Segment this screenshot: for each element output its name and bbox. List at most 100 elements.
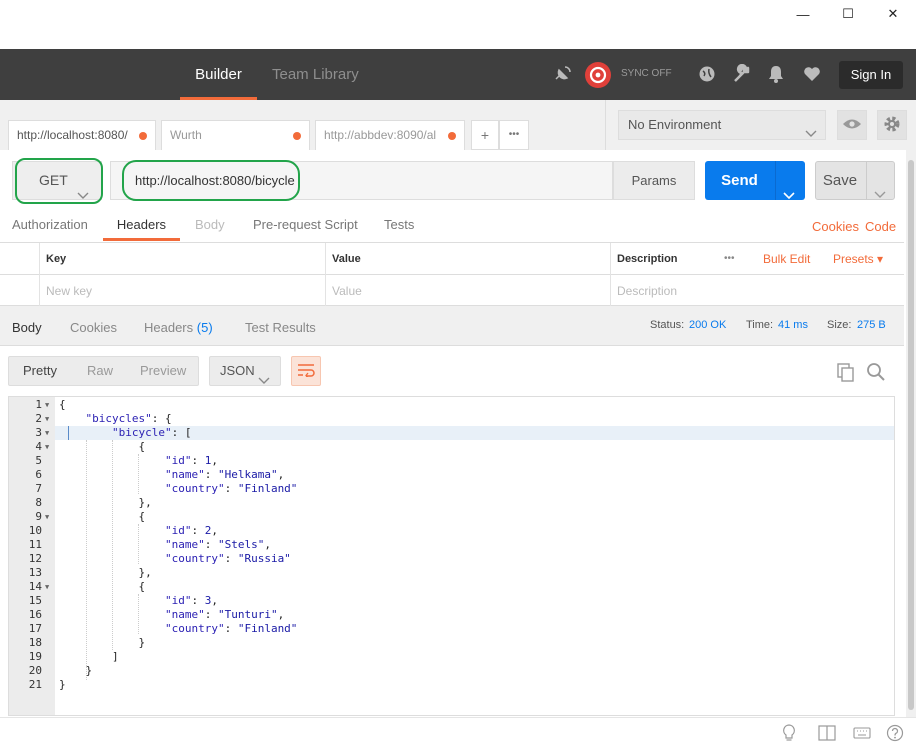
request-tab-abbdev[interactable]: http://abbdev:8090/al	[315, 120, 465, 150]
fold-arrow-icon[interactable]: ▼	[45, 510, 49, 524]
fold-arrow-icon[interactable]: ▼	[45, 398, 49, 412]
view-preview-button[interactable]: Preview	[140, 357, 186, 385]
satellite-icon[interactable]	[551, 62, 575, 86]
line-number: 15	[28, 594, 42, 607]
tab-options-button[interactable]: •••	[499, 120, 529, 150]
code-line: "country": "Finland"	[164, 622, 298, 635]
code-line: ]	[59, 650, 119, 663]
minimize-icon: —	[796, 6, 810, 22]
two-pane-view-icon[interactable]	[818, 724, 836, 742]
line-number: 12	[28, 552, 42, 565]
line-number: 21	[28, 678, 42, 691]
line-number: 2	[35, 412, 42, 425]
new-tab-button[interactable]: +	[471, 120, 499, 150]
fold-arrow-icon[interactable]: ▼	[45, 412, 49, 426]
line-number: 4	[35, 440, 42, 453]
bulk-edit-link[interactable]: Bulk Edit	[763, 243, 810, 275]
heart-icon[interactable]	[800, 62, 824, 86]
tab-response-body[interactable]: Body	[12, 320, 42, 335]
line-number: 17	[28, 622, 42, 635]
fold-arrow-icon[interactable]: ▼	[45, 580, 49, 594]
line-number: 14	[28, 580, 42, 593]
bell-icon[interactable]	[764, 62, 788, 86]
wrap-lines-button[interactable]	[291, 356, 321, 386]
sync-icon[interactable]	[584, 61, 612, 89]
request-tab-localhost[interactable]: http://localhost:8080/	[8, 120, 156, 150]
lightbulb-icon[interactable]	[780, 724, 798, 742]
plus-icon: +	[480, 127, 490, 143]
code-line: {	[59, 440, 146, 453]
sign-in-button[interactable]: Sign In	[839, 61, 903, 89]
maximize-button[interactable]: ☐	[825, 0, 871, 28]
presets-dropdown[interactable]: Presets ▾	[833, 243, 883, 275]
environment-quick-look-button[interactable]	[837, 110, 867, 140]
time-value: 41 ms	[778, 319, 808, 331]
response-body-viewer[interactable]: 1 ▼ 2 ▼ 3 ▼ 4 ▼ 5 6 7 8 9 ▼ 10 11 12 13 14 ▼ 15 16 17 18 19 20 21 …	[8, 396, 895, 716]
save-button[interactable]: Save	[815, 161, 895, 200]
new-key-input[interactable]: New key	[39, 275, 326, 307]
unsaved-dot-icon	[293, 132, 301, 140]
tab-pre-request-script[interactable]: Pre-request Script	[253, 210, 358, 241]
gear-icon	[883, 115, 901, 136]
fold-arrow-icon[interactable]: ▼	[45, 426, 49, 440]
keyboard-icon[interactable]	[853, 724, 871, 742]
new-description-input[interactable]: Description	[610, 275, 904, 307]
tab-tests[interactable]: Tests	[384, 210, 414, 241]
code-line: "id": 2,	[164, 524, 218, 537]
globe-icon[interactable]	[695, 62, 719, 86]
tab-body[interactable]: Body	[195, 210, 225, 241]
manage-environments-button[interactable]	[877, 110, 907, 140]
view-mode-group: Pretty Raw Preview	[8, 356, 199, 386]
tab-builder[interactable]: Builder	[180, 49, 257, 100]
line-number: 11	[28, 538, 42, 551]
view-pretty-button[interactable]: Pretty	[23, 357, 57, 385]
chevron-down-icon	[77, 177, 89, 214]
sync-status-label: SYNC OFF	[621, 68, 672, 79]
line-number: 16	[28, 608, 42, 621]
tab-test-results[interactable]: Test Results	[245, 320, 316, 335]
more-icon[interactable]: •••	[724, 243, 735, 275]
chevron-down-icon[interactable]	[874, 176, 886, 213]
format-select[interactable]: JSON	[209, 356, 281, 386]
environment-select[interactable]: No Environment	[618, 110, 826, 140]
wrench-icon[interactable]	[730, 62, 754, 86]
tab-authorization[interactable]: Authorization	[12, 210, 88, 241]
scrollbar-thumb[interactable]	[908, 160, 914, 710]
maximize-icon: ☐	[842, 6, 854, 21]
table-header-row: Key Value Description ••• Bulk Edit Pres…	[0, 243, 904, 275]
copy-icon[interactable]	[836, 362, 856, 385]
code-line: "name": "Stels",	[164, 538, 271, 551]
send-button[interactable]: Send	[705, 161, 805, 200]
code-line: "name": "Tunturi",	[164, 608, 285, 621]
params-button[interactable]: Params	[613, 161, 695, 200]
tab-team-library[interactable]: Team Library	[272, 49, 359, 100]
request-tab-wurth[interactable]: Wurth	[161, 120, 310, 150]
fold-arrow-icon[interactable]: ▼	[45, 440, 49, 454]
tab-response-cookies[interactable]: Cookies	[70, 320, 117, 335]
column-header-key: Key	[39, 243, 326, 275]
view-raw-button[interactable]: Raw	[87, 357, 113, 385]
request-tab-label: Wurth	[170, 128, 202, 142]
environment-select-value: No Environment	[628, 117, 722, 132]
help-icon[interactable]	[886, 724, 904, 742]
code-link[interactable]: Code	[865, 219, 896, 234]
code-line: {	[59, 398, 66, 411]
method-select[interactable]: GET	[12, 161, 102, 200]
url-input[interactable]: http://localhost:8080/bicycle	[110, 161, 613, 200]
close-window-button[interactable]: ✕	[870, 0, 916, 28]
request-tab-label: http://localhost:8080/	[17, 128, 128, 142]
line-number: 3	[35, 426, 42, 439]
cookies-link[interactable]: Cookies	[812, 219, 859, 234]
line-number: 19	[28, 650, 42, 663]
line-number: 20	[28, 664, 42, 677]
time-label: Time:	[746, 319, 774, 331]
tab-response-headers[interactable]: Headers (5)	[144, 320, 213, 335]
search-icon[interactable]	[866, 362, 886, 385]
minimize-button[interactable]: —	[780, 0, 826, 28]
app-window: — ☐ ✕ Builder Team Library SYNC OFF Sign…	[0, 0, 916, 747]
size-value: 275 B	[857, 319, 886, 331]
chevron-down-icon[interactable]	[783, 176, 795, 215]
tab-headers[interactable]: Headers	[103, 210, 180, 241]
new-value-input[interactable]: Value	[325, 275, 610, 307]
line-number: 1	[35, 398, 42, 411]
